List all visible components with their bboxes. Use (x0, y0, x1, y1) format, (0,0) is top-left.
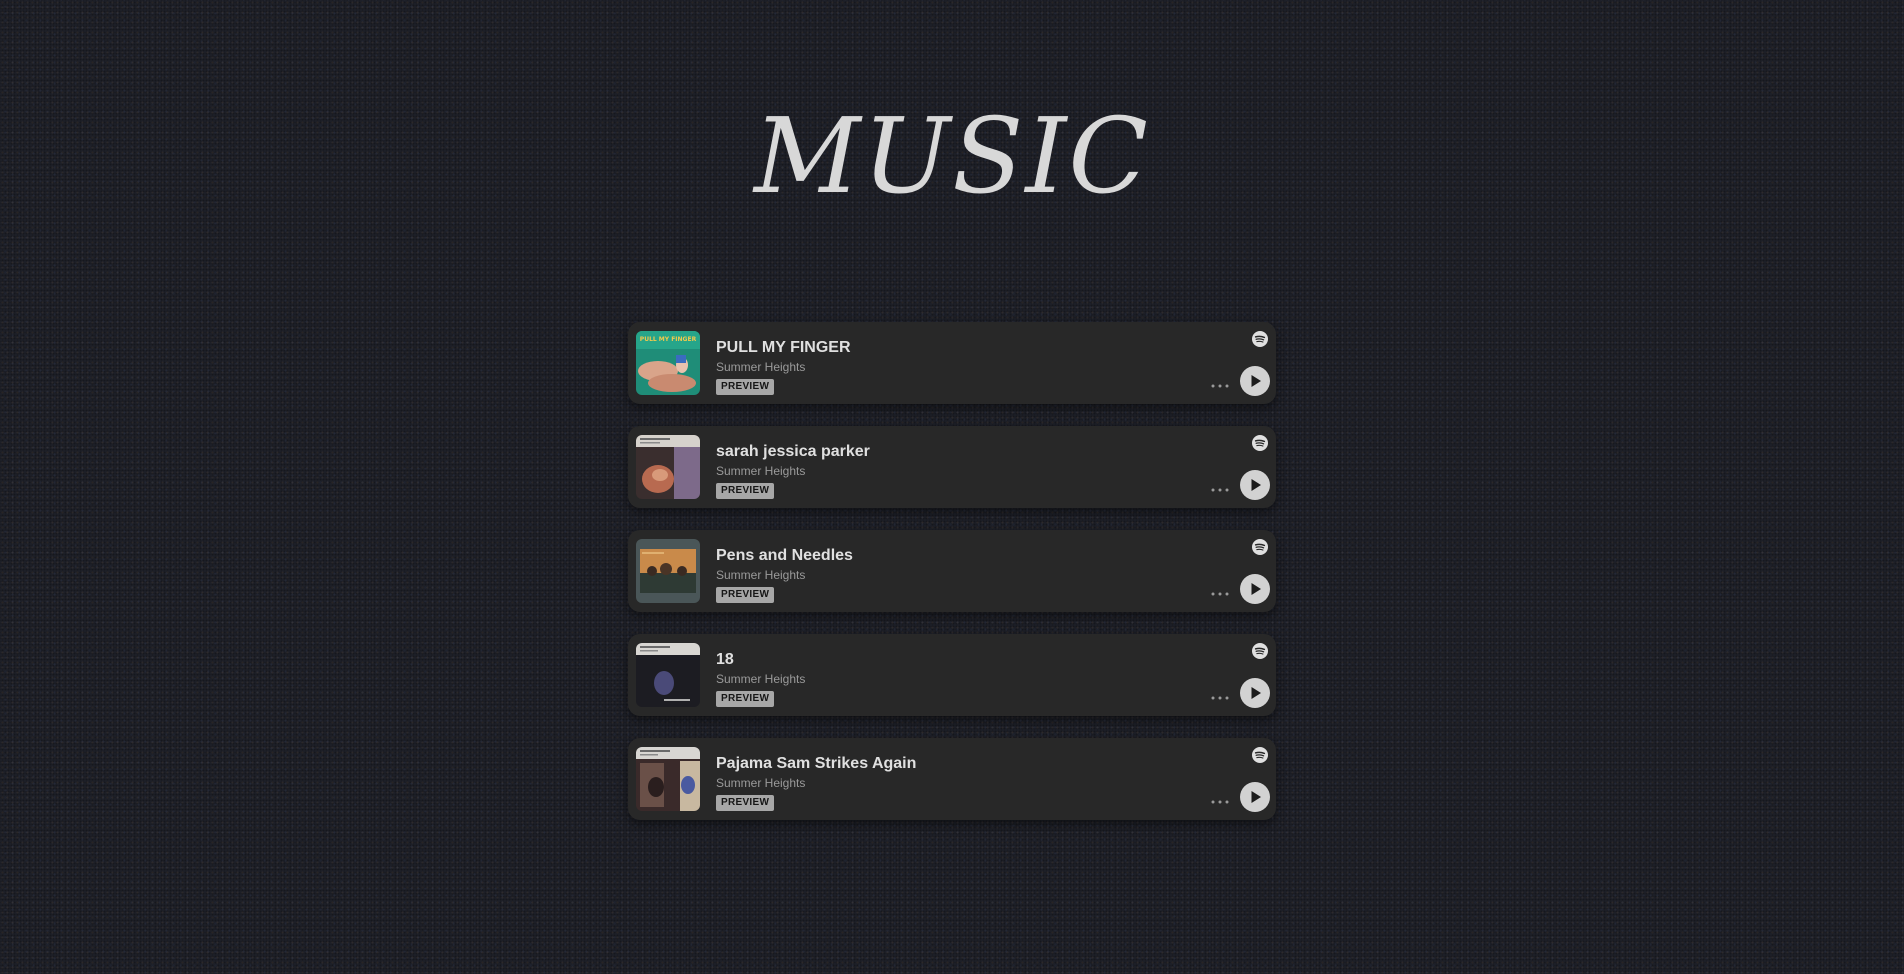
preview-badge: PREVIEW (716, 587, 775, 603)
track-artist[interactable]: Summer Heights (716, 672, 805, 686)
play-icon (1251, 791, 1261, 803)
more-options-icon[interactable] (1210, 583, 1230, 596)
svg-text:PULL MY FINGER: PULL MY FINGER (640, 336, 697, 343)
track-card: 18 Summer Heights PREVIEW (628, 634, 1276, 716)
track-artist[interactable]: Summer Heights (716, 568, 805, 582)
album-cover (636, 643, 700, 707)
album-cover (636, 435, 700, 499)
play-button[interactable] (1240, 782, 1270, 812)
track-card: sarah jessica parker Summer Heights PREV… (628, 426, 1276, 508)
album-cover (636, 747, 700, 811)
spotify-icon[interactable] (1252, 539, 1268, 555)
more-options-icon[interactable] (1210, 479, 1230, 492)
more-options-icon[interactable] (1210, 791, 1230, 804)
track-title[interactable]: 18 (716, 651, 734, 669)
play-icon (1251, 583, 1261, 595)
album-cover (636, 539, 700, 603)
spotify-icon[interactable] (1252, 331, 1268, 347)
track-artist[interactable]: Summer Heights (716, 776, 805, 790)
preview-badge: PREVIEW (716, 379, 775, 395)
track-card: Pens and Needles Summer Heights PREVIEW (628, 530, 1276, 612)
track-artist[interactable]: Summer Heights (716, 360, 805, 374)
track-card: PULL MY FINGER PULL MY FINGER Summer Hei… (628, 322, 1276, 404)
preview-badge: PREVIEW (716, 795, 775, 811)
track-title[interactable]: Pens and Needles (716, 547, 853, 565)
play-button[interactable] (1240, 366, 1270, 396)
track-card: Pajama Sam Strikes Again Summer Heights … (628, 738, 1276, 820)
track-title[interactable]: PULL MY FINGER (716, 339, 851, 357)
more-options-icon[interactable] (1210, 687, 1230, 700)
preview-badge: PREVIEW (716, 483, 775, 499)
more-options-icon[interactable] (1210, 375, 1230, 388)
play-icon (1251, 687, 1261, 699)
play-icon (1251, 375, 1261, 387)
track-artist[interactable]: Summer Heights (716, 464, 805, 478)
spotify-icon[interactable] (1252, 435, 1268, 451)
track-title[interactable]: Pajama Sam Strikes Again (716, 755, 916, 773)
play-button[interactable] (1240, 470, 1270, 500)
track-title[interactable]: sarah jessica parker (716, 443, 870, 461)
page-title: MUSIC (753, 95, 1151, 217)
play-button[interactable] (1240, 678, 1270, 708)
play-button[interactable] (1240, 574, 1270, 604)
album-cover: PULL MY FINGER (636, 331, 700, 395)
track-list: PULL MY FINGER PULL MY FINGER Summer Hei… (628, 322, 1276, 842)
spotify-icon[interactable] (1252, 643, 1268, 659)
spotify-icon[interactable] (1252, 747, 1268, 763)
preview-badge: PREVIEW (716, 691, 775, 707)
play-icon (1251, 479, 1261, 491)
